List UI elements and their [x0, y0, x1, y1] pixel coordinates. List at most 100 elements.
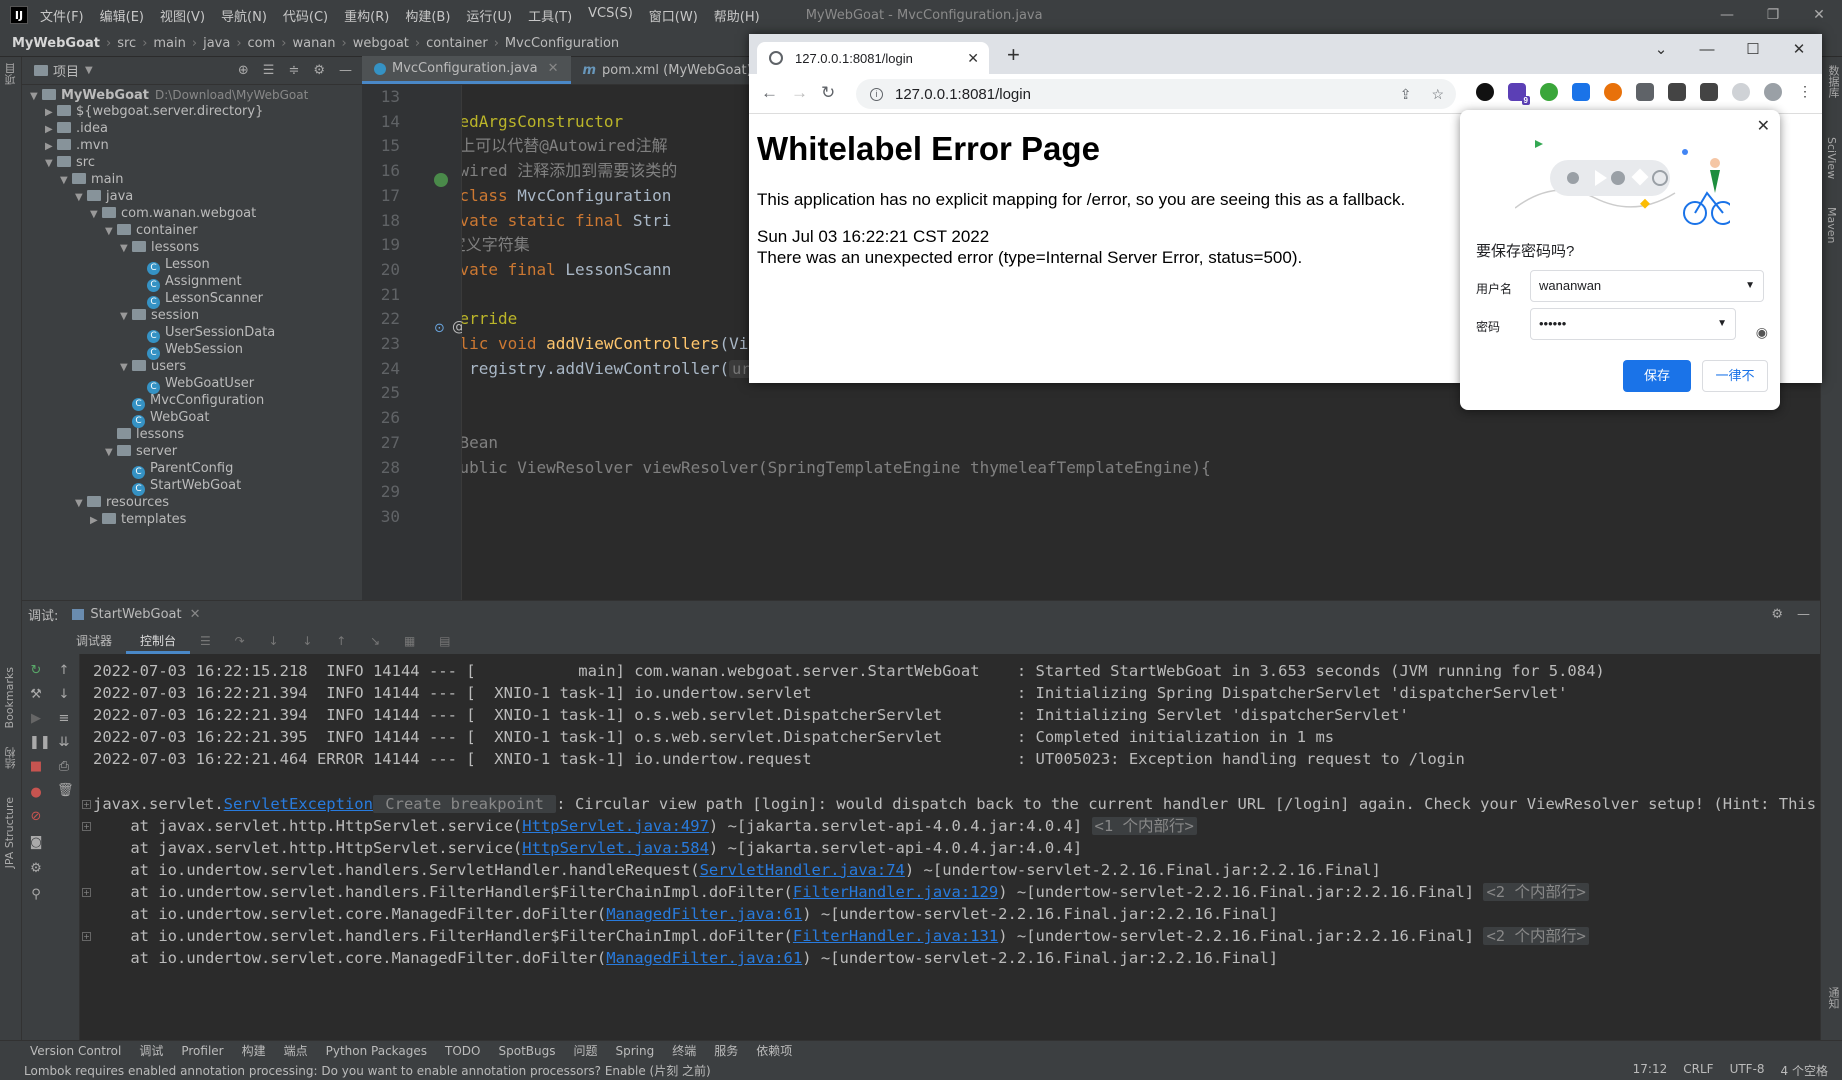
gear-icon[interactable]: ⚙: [1771, 607, 1783, 622]
stripe-notifications[interactable]: 通知: [1825, 987, 1841, 1009]
soft-wrap-icon[interactable]: ≡: [57, 712, 71, 726]
wrench-icon[interactable]: ⚒: [29, 688, 43, 702]
username-field[interactable]: wananwan ▼: [1530, 270, 1764, 302]
never-button[interactable]: 一律不: [1702, 360, 1768, 392]
close-icon[interactable]: ✕: [1757, 116, 1770, 136]
override-icon[interactable]: ⊙: [434, 321, 445, 336]
mute-breakpoints-icon[interactable]: ⊘: [29, 810, 43, 824]
breadcrumb-item[interactable]: wanan: [293, 36, 336, 51]
extension-badge-icon[interactable]: 9: [1508, 83, 1530, 105]
tool-window-button[interactable]: 调试: [139, 1042, 163, 1059]
breadcrumb-item[interactable]: webgoat: [353, 36, 409, 51]
stripe-structure[interactable]: 结构: [3, 747, 19, 769]
source-link[interactable]: ManagedFilter.java:61: [606, 905, 802, 923]
show-password-eye-icon[interactable]: ◉: [1756, 324, 1768, 341]
breadcrumb-item[interactable]: MyWebGoat: [12, 36, 100, 51]
arrow-down-icon[interactable]: ↓: [57, 688, 71, 702]
file-encoding[interactable]: UTF-8: [1730, 1062, 1765, 1079]
print-icon[interactable]: ⎙: [57, 760, 71, 774]
tool-window-button[interactable]: SpotBugs: [499, 1044, 556, 1058]
site-info-icon[interactable]: i: [870, 87, 883, 101]
debug-config-tab[interactable]: StartWebGoat: [90, 607, 181, 622]
address-url[interactable]: 127.0.0.1:8081/login: [895, 86, 1031, 103]
new-tab-icon[interactable]: +: [1007, 42, 1020, 68]
address-bar[interactable]: i 127.0.0.1:8081/login ⇪ ☆: [856, 79, 1456, 109]
extension-circle-icon[interactable]: [1476, 83, 1494, 101]
trash-icon[interactable]: 🗑: [57, 784, 74, 798]
breadcrumb-item[interactable]: java: [203, 36, 230, 51]
fold-icon[interactable]: +: [82, 932, 91, 942]
chevron-down-icon[interactable]: ▼: [105, 443, 117, 463]
chevron-down-icon[interactable]: ▼: [105, 222, 117, 242]
pin-icon[interactable]: ⚲: [29, 888, 43, 902]
debug-step-icons[interactable]: ☰ ↷ ↓ ↓ ↑ ↘ ▦ ▤: [200, 634, 460, 648]
maximize-icon[interactable]: ☐: [1730, 34, 1776, 66]
fold-icon[interactable]: +: [82, 799, 91, 809]
arrow-up-icon[interactable]: ↑: [57, 664, 71, 678]
extensions-puzzle-icon[interactable]: [1636, 83, 1654, 101]
spring-bean-icon[interactable]: [434, 173, 448, 187]
chevron-right-icon[interactable]: ▶: [90, 511, 102, 531]
menu-item[interactable]: 帮助(H): [714, 6, 760, 25]
line-separator[interactable]: CRLF: [1683, 1062, 1713, 1079]
minimize-icon[interactable]: —: [1704, 0, 1750, 30]
tool-window-button[interactable]: 问题: [574, 1042, 598, 1059]
gear-icon[interactable]: ⚙: [29, 862, 43, 876]
chevron-down-icon[interactable]: ▼: [120, 307, 132, 327]
menu-item[interactable]: 代码(C): [283, 6, 328, 25]
expand-all-icon[interactable]: ≑: [288, 63, 299, 78]
extension-fox-icon[interactable]: [1604, 83, 1622, 101]
scroll-to-end-icon[interactable]: ⇊: [57, 736, 71, 750]
side-panel-icon[interactable]: [1700, 83, 1718, 101]
chevron-down-icon[interactable]: ▼: [75, 494, 87, 514]
indent-setting[interactable]: 4 个空格: [1781, 1062, 1828, 1079]
resume-icon[interactable]: ▶: [29, 712, 43, 726]
stripe-jpa-structure[interactable]: JPA Structure: [3, 797, 16, 868]
chevron-down-icon[interactable]: ▼: [120, 239, 132, 259]
menu-item[interactable]: 构建(B): [405, 6, 450, 25]
extension-sync-icon[interactable]: [1572, 83, 1590, 101]
stripe-sciview[interactable]: SciView: [1825, 137, 1838, 179]
breadcrumb-item[interactable]: main: [153, 36, 185, 51]
back-icon[interactable]: ←: [761, 83, 778, 103]
menu-item[interactable]: 导航(N): [221, 6, 267, 25]
minimize-icon[interactable]: —: [1684, 34, 1730, 66]
save-button[interactable]: 保存: [1623, 360, 1691, 392]
extension-bug-icon[interactable]: [1540, 83, 1558, 101]
profile-avatar-icon[interactable]: [1764, 83, 1782, 101]
menu-item[interactable]: 编辑(E): [100, 6, 144, 25]
tool-window-button[interactable]: Profiler: [181, 1044, 223, 1058]
breadcrumb-item[interactable]: MvcConfiguration: [505, 36, 619, 51]
console-line[interactable]: at io.undertow.servlet.core.ManagedFilte…: [93, 945, 1278, 971]
source-link[interactable]: HttpServlet.java:497: [522, 817, 709, 835]
labs-flask-icon[interactable]: [1668, 83, 1686, 101]
menu-item[interactable]: 窗口(W): [649, 6, 698, 25]
menu-item[interactable]: 文件(F): [40, 6, 84, 25]
menu-item[interactable]: 工具(T): [528, 6, 572, 25]
chevron-down-icon[interactable]: ▼: [45, 154, 57, 174]
menu-item[interactable]: 运行(U): [466, 6, 512, 25]
breadcrumb-item[interactable]: container: [426, 36, 488, 51]
breadcrumb-item[interactable]: src: [117, 36, 136, 51]
fold-icon[interactable]: +: [82, 821, 91, 831]
chevron-down-icon[interactable]: ▼: [1745, 271, 1755, 301]
password-field[interactable]: •••••• ▼: [1530, 308, 1736, 340]
chevron-down-icon[interactable]: ▼: [60, 171, 72, 191]
chevron-down-icon[interactable]: ▼: [75, 188, 87, 208]
menu-item[interactable]: 视图(V): [160, 6, 205, 25]
source-link[interactable]: HttpServlet.java:584: [522, 839, 709, 857]
restore-icon[interactable]: ❐: [1750, 0, 1796, 30]
tool-window-button[interactable]: 端点: [284, 1042, 308, 1059]
project-panel-title[interactable]: 项目: [53, 61, 79, 80]
forward-icon[interactable]: →: [791, 83, 808, 103]
locate-icon[interactable]: ⊕: [238, 63, 249, 78]
stripe-database[interactable]: 数据库: [1825, 65, 1841, 98]
source-link[interactable]: ManagedFilter.java:61: [606, 949, 802, 967]
tool-window-button[interactable]: 构建: [242, 1042, 266, 1059]
chevron-down-icon[interactable]: ▼: [90, 205, 102, 225]
chevron-down-icon[interactable]: ▼: [85, 65, 93, 76]
tool-window-button[interactable]: TODO: [445, 1044, 480, 1058]
source-link[interactable]: ServletHandler.java:74: [700, 861, 905, 879]
camera-icon[interactable]: ◙: [29, 836, 43, 850]
more-menu-icon[interactable]: ⋮: [1796, 83, 1814, 101]
